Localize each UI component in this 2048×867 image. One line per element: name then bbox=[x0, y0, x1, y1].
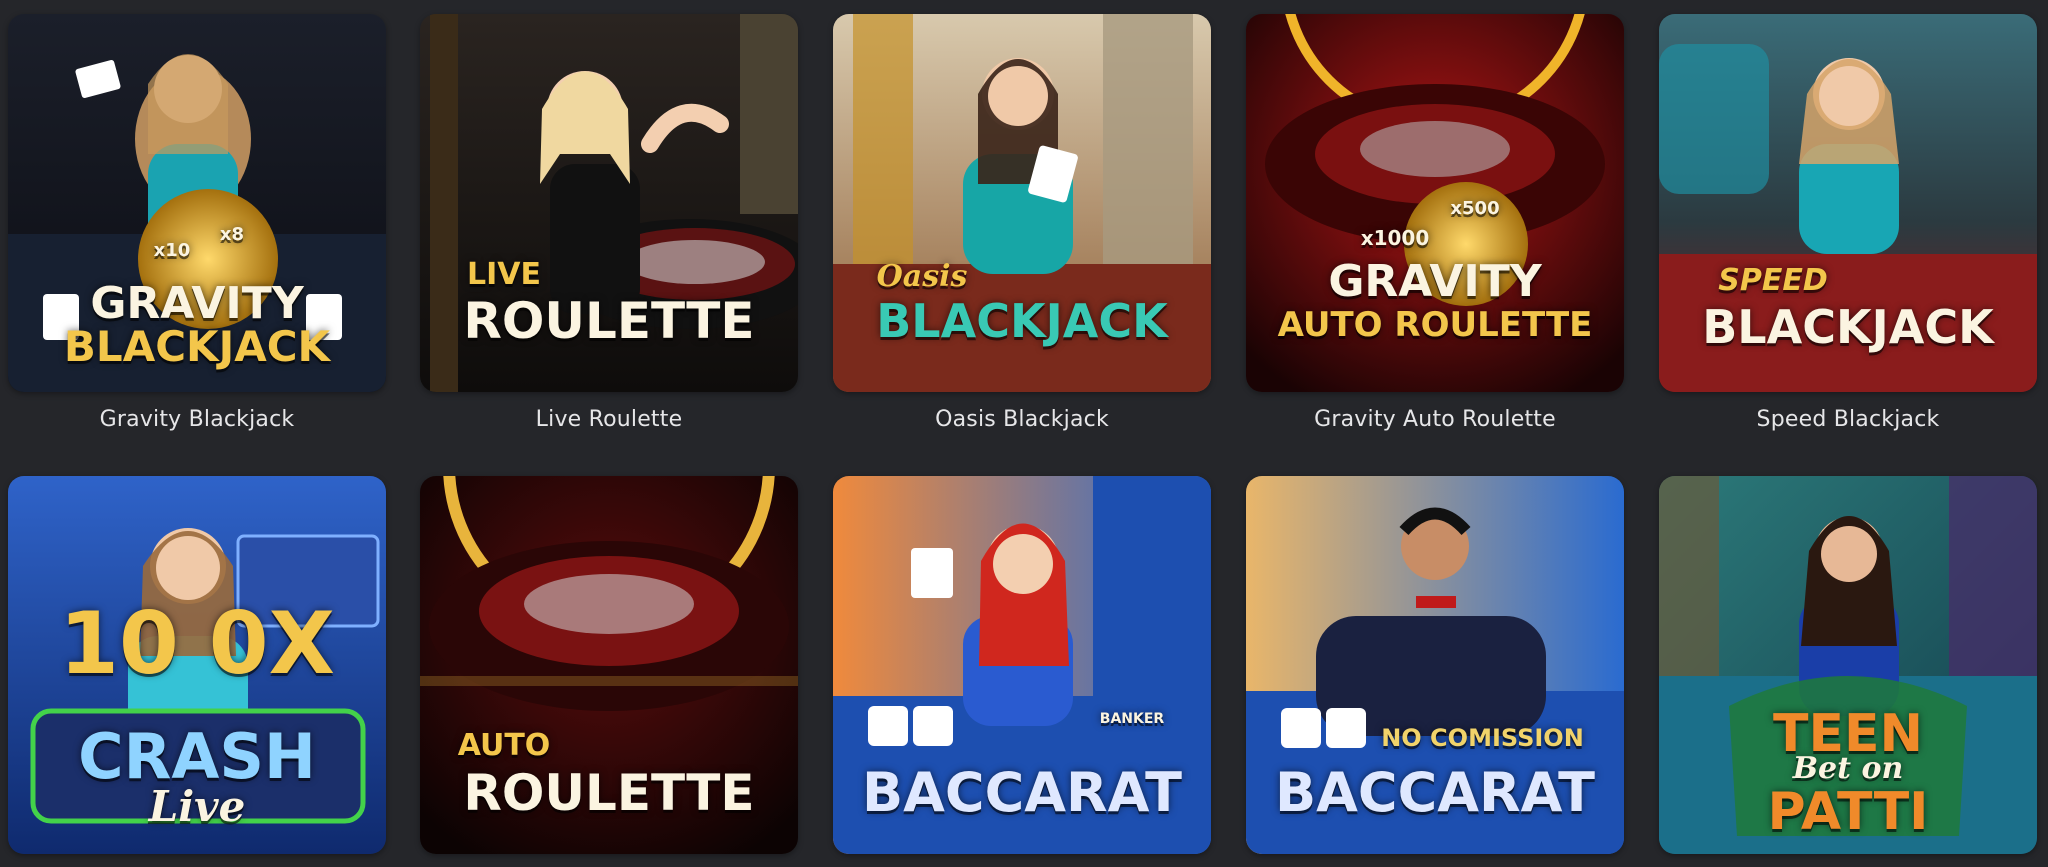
game-thumbnail[interactable]: GRAVITY BLACKJACK x10 x8 bbox=[8, 14, 386, 392]
game-card-baccarat[interactable]: BANKER BACCARAT bbox=[833, 476, 1211, 854]
game-card-crash-live[interactable]: 10 0X CRASH Live bbox=[8, 476, 386, 854]
art-title-line1: GRAVITY bbox=[90, 278, 304, 329]
game-card-live-roulette[interactable]: LIVE ROULETTE Live Roulette bbox=[420, 14, 798, 434]
art-title-line3: PATTI bbox=[1767, 782, 1929, 842]
game-thumbnail[interactable]: Oasis BLACKJACK bbox=[833, 14, 1211, 392]
art-title-line1: LIVE bbox=[467, 257, 541, 292]
game-card-speed-blackjack[interactable]: SPEED BLACKJACK Speed Blackjack bbox=[1659, 14, 2037, 434]
art-title-line3: Live bbox=[148, 782, 246, 831]
art-subtitle: NO COMISSION bbox=[1381, 724, 1584, 752]
game-card-gravity-auto-roulette[interactable]: x1000 x500 GRAVITY AUTO ROULETTE Gravity… bbox=[1246, 14, 1624, 434]
game-thumbnail[interactable]: 10 0X CRASH Live bbox=[8, 476, 386, 854]
art-title-line2: ROULETTE bbox=[463, 292, 755, 350]
game-title[interactable]: Speed Blackjack bbox=[1659, 406, 2037, 434]
game-thumbnail[interactable]: TEEN Bet on PATTI bbox=[1659, 476, 2037, 854]
game-title[interactable]: Oasis Blackjack bbox=[833, 406, 1211, 434]
game-card-gravity-blackjack[interactable]: GRAVITY BLACKJACK x10 x8 Gravity Blackja… bbox=[8, 14, 386, 434]
art-title-line2: Bet on bbox=[1792, 751, 1904, 786]
game-thumbnail[interactable]: LIVE ROULETTE bbox=[420, 14, 798, 392]
game-thumbnail[interactable]: AUTO ROULETTE bbox=[420, 476, 798, 854]
art-title-line2: CRASH bbox=[78, 720, 316, 793]
art-title-line1: BACCARAT bbox=[861, 761, 1183, 824]
art-title-line2: BLACKJACK bbox=[876, 294, 1168, 348]
bet-spot-label: BANKER bbox=[1099, 711, 1165, 727]
multiplier-badge: x1000 bbox=[1360, 226, 1430, 250]
game-card-no-commission-baccarat[interactable]: NO COMISSION BACCARAT bbox=[1246, 476, 1624, 854]
game-title[interactable]: Gravity Auto Roulette bbox=[1246, 406, 1624, 434]
game-thumbnail[interactable]: SPEED BLACKJACK bbox=[1659, 14, 2037, 392]
live-casino-grid: GRAVITY BLACKJACK x10 x8 Gravity Blackja… bbox=[0, 0, 2048, 867]
multiplier-badge: x8 bbox=[219, 224, 245, 245]
game-thumbnail[interactable]: NO COMISSION BACCARAT bbox=[1246, 476, 1624, 854]
multiplier-badge: x500 bbox=[1450, 198, 1500, 219]
game-title[interactable]: Gravity Blackjack bbox=[8, 406, 386, 434]
game-title[interactable]: Live Roulette bbox=[420, 406, 798, 434]
art-title-line1: 10 0X bbox=[59, 594, 335, 694]
art-title-line1: AUTO bbox=[457, 728, 551, 763]
art-title-line1: BACCARAT bbox=[1274, 761, 1596, 824]
multiplier-badge: x10 bbox=[153, 240, 191, 261]
game-card-teen-patti[interactable]: TEEN Bet on PATTI bbox=[1659, 476, 2037, 854]
art-title-line1: GRAVITY bbox=[1328, 256, 1542, 307]
game-card-oasis-blackjack[interactable]: Oasis BLACKJACK Oasis Blackjack bbox=[833, 14, 1211, 434]
art-title-line2: ROULETTE bbox=[463, 764, 755, 822]
game-thumbnail[interactable]: BANKER BACCARAT bbox=[833, 476, 1211, 854]
art-title-line2: BLACKJACK bbox=[63, 322, 331, 371]
game-thumbnail[interactable]: x1000 x500 GRAVITY AUTO ROULETTE bbox=[1246, 14, 1624, 392]
art-title-line1: SPEED bbox=[1718, 263, 1828, 298]
art-title-line2: BLACKJACK bbox=[1702, 300, 1994, 354]
art-title-line2: AUTO ROULETTE bbox=[1277, 305, 1593, 345]
game-card-auto-roulette[interactable]: AUTO ROULETTE bbox=[420, 476, 798, 854]
art-title-line1: Oasis bbox=[876, 259, 968, 294]
